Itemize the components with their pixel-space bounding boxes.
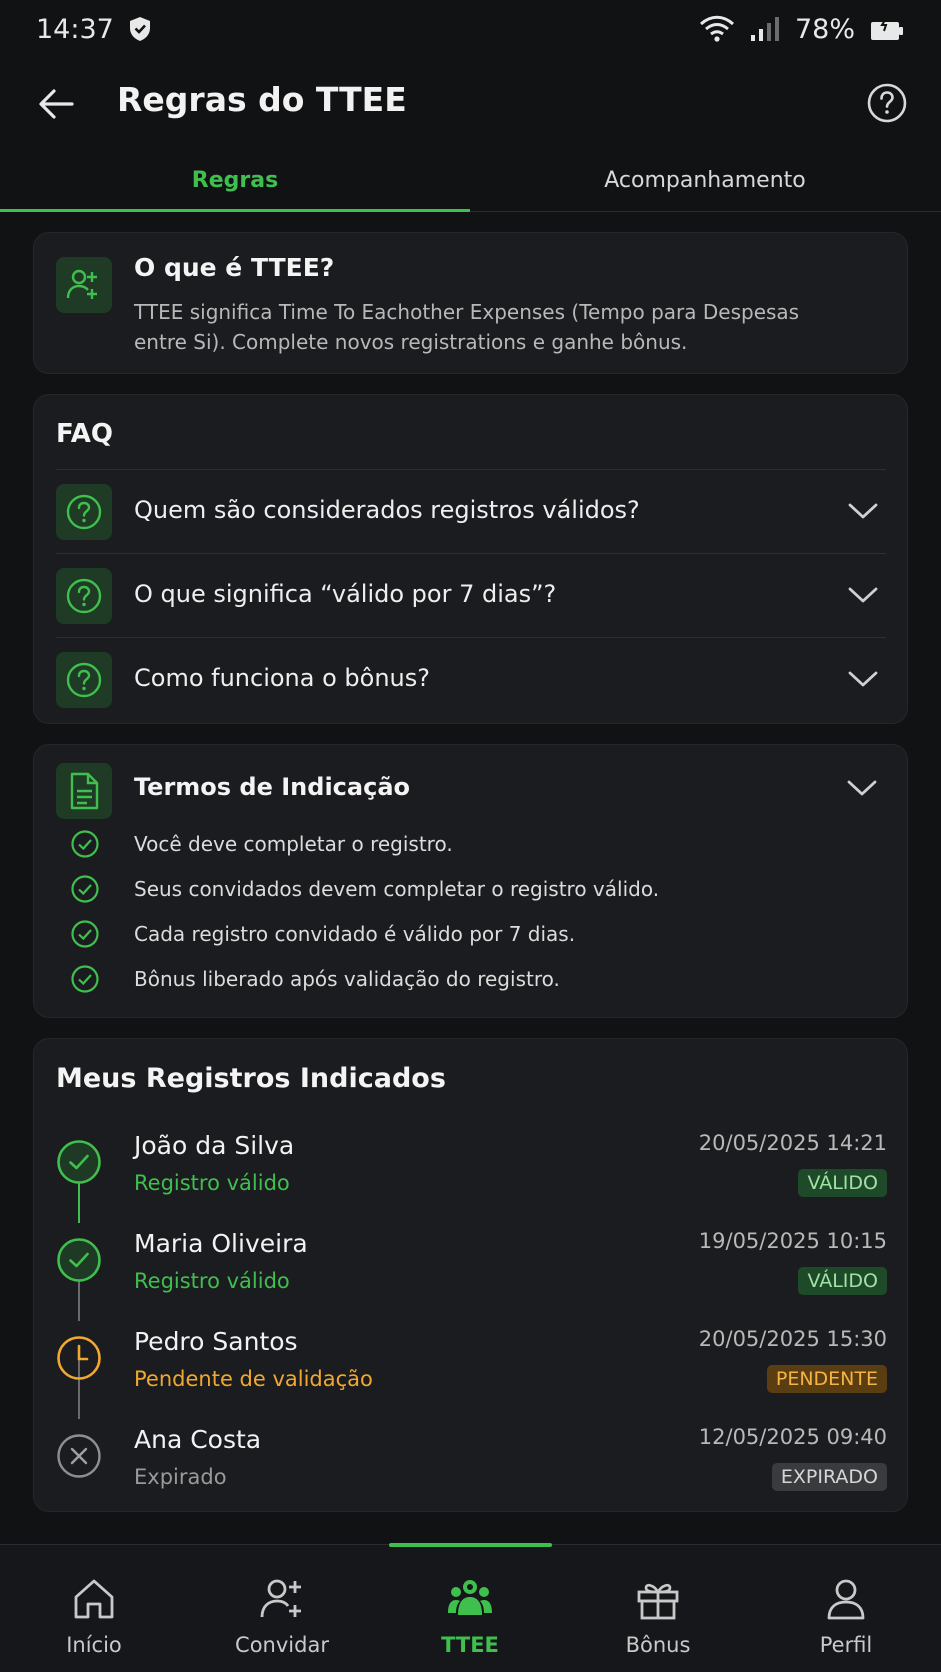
registration-name: Maria Oliveira xyxy=(134,1229,308,1258)
nav-label: Bônus xyxy=(625,1633,691,1657)
add-user-icon xyxy=(66,269,97,299)
faq-icon-box xyxy=(56,484,112,540)
faq-icon-box xyxy=(56,652,112,708)
registration-name: Pedro Santos xyxy=(134,1327,298,1356)
check-circle-icon xyxy=(71,830,99,858)
status-time: 14:37 xyxy=(36,13,114,45)
gift-icon xyxy=(637,1583,679,1620)
battery-percent: 78% xyxy=(794,13,855,45)
chevron-down-icon[interactable] xyxy=(847,777,877,799)
question-icon xyxy=(66,494,102,530)
term-item: Bônus liberado após validação do registr… xyxy=(70,964,560,994)
registration-date: 19/05/2025 10:15 xyxy=(698,1229,887,1253)
term-text: Cada registro convidado é válido por 7 d… xyxy=(134,922,576,946)
nav-item-inicio[interactable]: Início xyxy=(0,1545,188,1672)
check-circle-icon xyxy=(71,875,99,903)
terms-title: Termos de Indicação xyxy=(134,773,410,801)
faq-item[interactable]: Quem são considerados registros válidos? xyxy=(56,469,886,553)
help-icon[interactable] xyxy=(866,82,908,124)
tab-regras[interactable]: Regras xyxy=(0,150,470,212)
intro-icon-box xyxy=(56,257,112,313)
faq-question: Quem são considerados registros válidos? xyxy=(134,496,640,524)
status-badge: PENDENTE xyxy=(766,1365,887,1393)
status-badge: EXPIRADO xyxy=(771,1463,887,1491)
registration-date: 20/05/2025 15:30 xyxy=(698,1327,887,1351)
term-text: Seus convidados devem completar o regist… xyxy=(134,877,660,901)
chevron-down-icon[interactable] xyxy=(848,584,878,606)
tab-bar: Regras Acompanhamento xyxy=(0,150,941,212)
registration-row[interactable]: Maria Oliveira Registro válido 19/05/202… xyxy=(34,1223,909,1321)
terms-card: Termos de Indicação Você deve completar … xyxy=(33,744,908,1018)
faq-icon-box xyxy=(56,568,112,624)
signal-icon xyxy=(750,17,779,41)
nav-label: TTEE xyxy=(441,1633,499,1657)
faq-item[interactable]: Como funciona o bônus? xyxy=(56,637,886,721)
faq-question: O que significa “válido por 7 dias”? xyxy=(134,580,557,608)
registration-date: 20/05/2025 14:21 xyxy=(698,1131,887,1155)
wifi-icon xyxy=(699,15,734,42)
registration-row[interactable]: Pedro Santos Pendente de validação 20/05… xyxy=(34,1321,909,1419)
check-circle-icon xyxy=(71,965,99,993)
chevron-down-icon[interactable] xyxy=(848,500,878,522)
registration-name: João da Silva xyxy=(134,1131,295,1160)
term-item: Cada registro convidado é válido por 7 d… xyxy=(70,919,575,949)
bottom-nav: Início Convidar TTEE Bônus Perfil xyxy=(0,1543,941,1672)
term-text: Você deve completar o registro. xyxy=(134,832,453,856)
question-icon xyxy=(66,662,102,698)
status-bar: 14:37 78% xyxy=(0,0,941,58)
intro-description: TTEE significa Time To Eachother Expense… xyxy=(134,300,800,354)
chevron-down-icon[interactable] xyxy=(848,668,878,690)
term-item: Seus convidados devem completar o regist… xyxy=(70,874,659,904)
nav-label: Início xyxy=(66,1633,122,1657)
group-icon xyxy=(448,1580,492,1615)
nav-item-bonus[interactable]: Bônus xyxy=(564,1545,752,1672)
clock-icon xyxy=(57,1336,101,1380)
nav-item-perfil[interactable]: Perfil xyxy=(752,1545,940,1672)
registration-status: Registro válido xyxy=(134,1171,290,1195)
status-badge: VÁLIDO xyxy=(798,1267,887,1295)
nav-label: Perfil xyxy=(819,1633,873,1657)
status-badge: VÁLIDO xyxy=(798,1169,887,1197)
nav-label: Convidar xyxy=(235,1633,329,1657)
registration-status: Registro válido xyxy=(134,1269,290,1293)
registration-name: Ana Costa xyxy=(134,1425,262,1454)
registrations-title: Meus Registros Indicados xyxy=(56,1063,446,1094)
registration-status: Pendente de validação xyxy=(134,1367,373,1391)
term-item: Você deve completar o registro. xyxy=(70,829,453,859)
add-user-icon xyxy=(260,1579,301,1618)
faq-card: FAQ Quem são considerados registros váli… xyxy=(33,394,908,724)
terms-icon-box xyxy=(56,763,112,819)
question-icon xyxy=(66,578,102,614)
faq-item[interactable]: O que significa “válido por 7 dias”? xyxy=(56,553,886,637)
registration-status: Expirado xyxy=(134,1465,227,1489)
app-bar: Regras do TTEE xyxy=(0,62,941,146)
faq-question: Como funciona o bônus? xyxy=(134,664,430,692)
nav-item-ttee[interactable]: TTEE xyxy=(376,1545,564,1672)
back-arrow-icon[interactable] xyxy=(36,84,76,124)
profile-icon xyxy=(827,1579,865,1620)
page-title: Regras do TTEE xyxy=(117,80,407,119)
tab-acompanhamento[interactable]: Acompanhamento xyxy=(470,150,940,211)
registration-date: 12/05/2025 09:40 xyxy=(698,1425,887,1449)
check-circle-icon xyxy=(57,1238,101,1282)
intro-card: O que é TTEE? TTEE significa Time To Eac… xyxy=(33,232,908,374)
shield-icon xyxy=(129,17,150,41)
term-text: Bônus liberado após validação do registr… xyxy=(134,967,560,991)
check-circle-icon xyxy=(57,1140,101,1184)
document-icon xyxy=(70,772,99,810)
close-circle-icon xyxy=(57,1434,101,1478)
registration-row[interactable]: João da Silva Registro válido 20/05/2025… xyxy=(34,1125,909,1223)
registrations-card: Meus Registros Indicados João da Silva R… xyxy=(33,1038,908,1512)
nav-item-convidar[interactable]: Convidar xyxy=(188,1545,376,1672)
intro-title: O que é TTEE? xyxy=(134,253,335,282)
check-circle-icon xyxy=(71,920,99,948)
registration-row[interactable]: Ana Costa Expirado 12/05/2025 09:40 EXPI… xyxy=(34,1419,909,1517)
faq-title: FAQ xyxy=(56,419,114,449)
battery-icon xyxy=(871,16,903,40)
home-icon xyxy=(74,1579,114,1619)
